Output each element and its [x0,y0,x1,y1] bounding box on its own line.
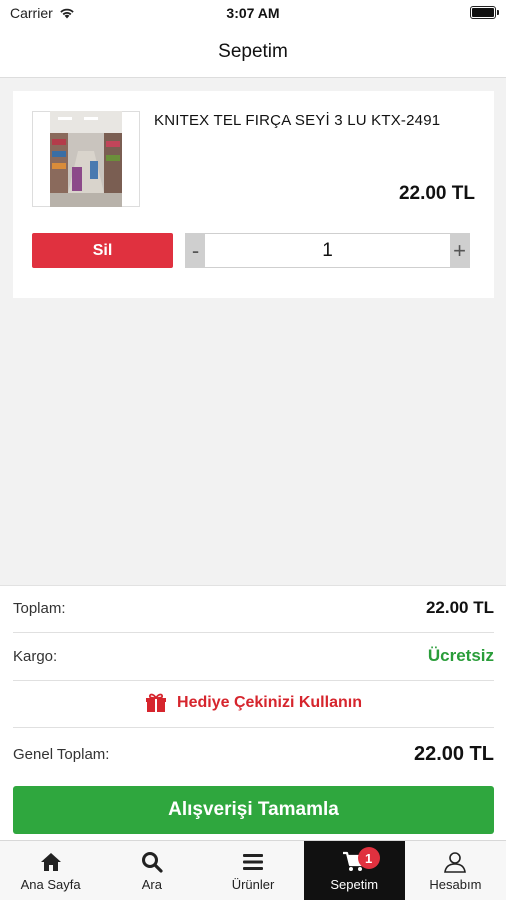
gift-icon [146,693,167,712]
subtotal-label: Toplam: [13,599,66,617]
quantity-input[interactable] [205,234,450,267]
tab-label: Ana Sayfa [20,877,81,892]
gift-voucher-label: Hediye Çekinizi Kullanın [177,694,362,711]
tab-home[interactable]: Ana Sayfa [0,841,101,900]
increase-quantity-button[interactable]: + [450,234,469,267]
checkout-button[interactable]: Alışverişi Tamamla [13,786,494,834]
product-price: 22.00 TL [398,183,475,204]
remove-button[interactable]: Sil [32,233,173,268]
product-name[interactable]: KNITEX TEL FIRÇA SEYİ 3 LU KTX-2491 [154,112,440,129]
decrease-quantity-button[interactable]: - [186,234,205,267]
nav-bar: Sepetim [0,26,506,78]
tab-bar: Ana Sayfa Ara Ürünler 1 Sepetim Hesabım [0,840,506,900]
battery-icon [470,6,499,19]
cart-item-card: KNITEX TEL FIRÇA SEYİ 3 LU KTX-2491 22.0… [13,91,494,298]
tab-label: Hesabım [429,877,482,892]
tab-account[interactable]: Hesabım [405,841,506,900]
home-icon [40,853,61,871]
grand-total-row: Genel Toplam: 22.00 TL [13,740,494,768]
divider [13,632,494,633]
gift-voucher-link[interactable]: Hediye Çekinizi Kullanın [13,681,494,725]
product-photo-icon [50,111,122,207]
grand-total-label: Genel Toplam: [13,745,110,763]
tab-label: Ara [141,877,162,892]
shipping-value: Ücretsiz [427,646,494,665]
subtotal-row: Toplam: 22.00 TL [13,596,494,620]
product-thumbnail[interactable] [32,111,140,207]
tab-label: Sepetim [330,877,379,892]
page-title: Sepetim [218,40,288,62]
tab-products[interactable]: Ürünler [202,841,303,900]
tab-cart[interactable]: 1 Sepetim [303,841,405,900]
shipping-label: Kargo: [13,647,58,665]
status-time: 3:07 AM [226,5,280,21]
status-bar: Carrier 3:07 AM [0,0,506,26]
shipping-row: Kargo: Ücretsiz [13,644,494,668]
divider [13,727,494,728]
tab-label: Ürünler [231,877,275,892]
user-icon [444,852,467,873]
menu-icon [243,854,263,870]
cart-count-badge: 1 [357,847,380,869]
quantity-stepper: - + [185,233,470,268]
order-summary: Toplam: 22.00 TL Kargo: Ücretsiz Hediye … [0,585,506,840]
search-icon [141,852,163,873]
subtotal-value: 22.00 TL [425,598,494,617]
grand-total-value: 22.00 TL [413,742,494,765]
tab-search[interactable]: Ara [101,841,202,900]
